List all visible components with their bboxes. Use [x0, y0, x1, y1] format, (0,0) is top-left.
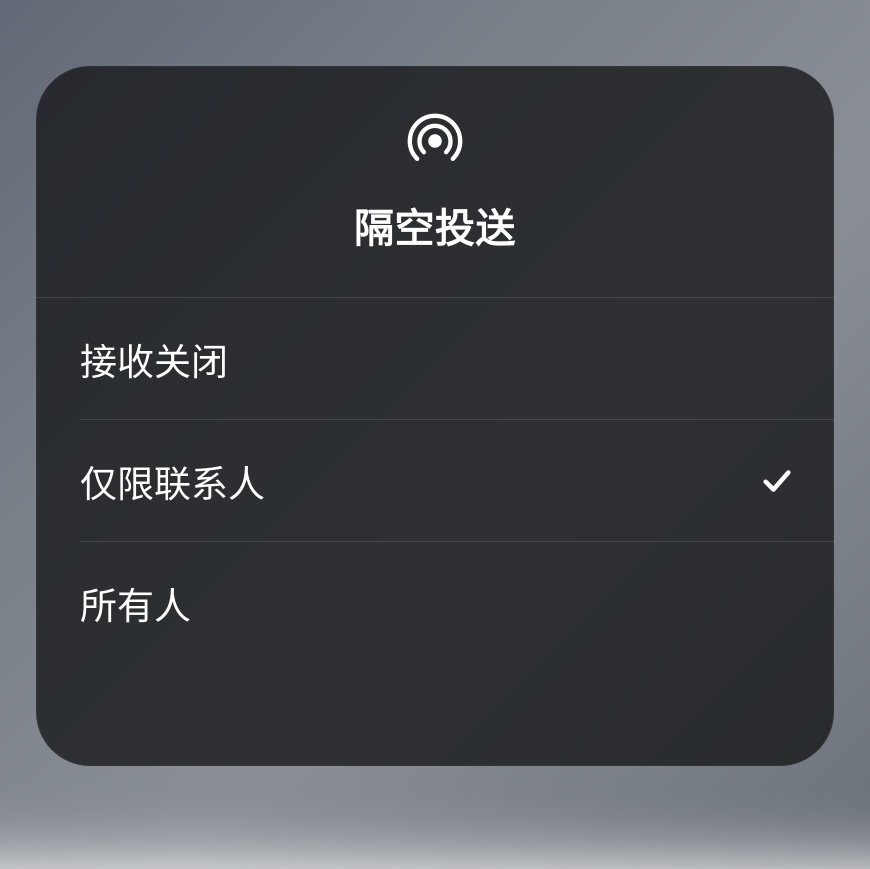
option-contacts-only[interactable]: 仅限联系人 [36, 420, 834, 542]
checkmark-icon [760, 464, 794, 498]
option-receiving-off[interactable]: 接收关闭 [36, 298, 834, 420]
option-everyone[interactable]: 所有人 [36, 542, 834, 664]
options-list: 接收关闭 仅限联系人 所有人 [36, 298, 834, 664]
panel-header: 隔空投送 [36, 66, 834, 298]
option-label: 仅限联系人 [80, 454, 265, 508]
option-label: 所有人 [80, 576, 191, 630]
option-label: 接收关闭 [80, 332, 228, 386]
airdrop-settings-panel: 隔空投送 接收关闭 仅限联系人 所有人 [36, 66, 834, 766]
airdrop-icon [404, 110, 466, 172]
panel-title: 隔空投送 [354, 196, 516, 254]
